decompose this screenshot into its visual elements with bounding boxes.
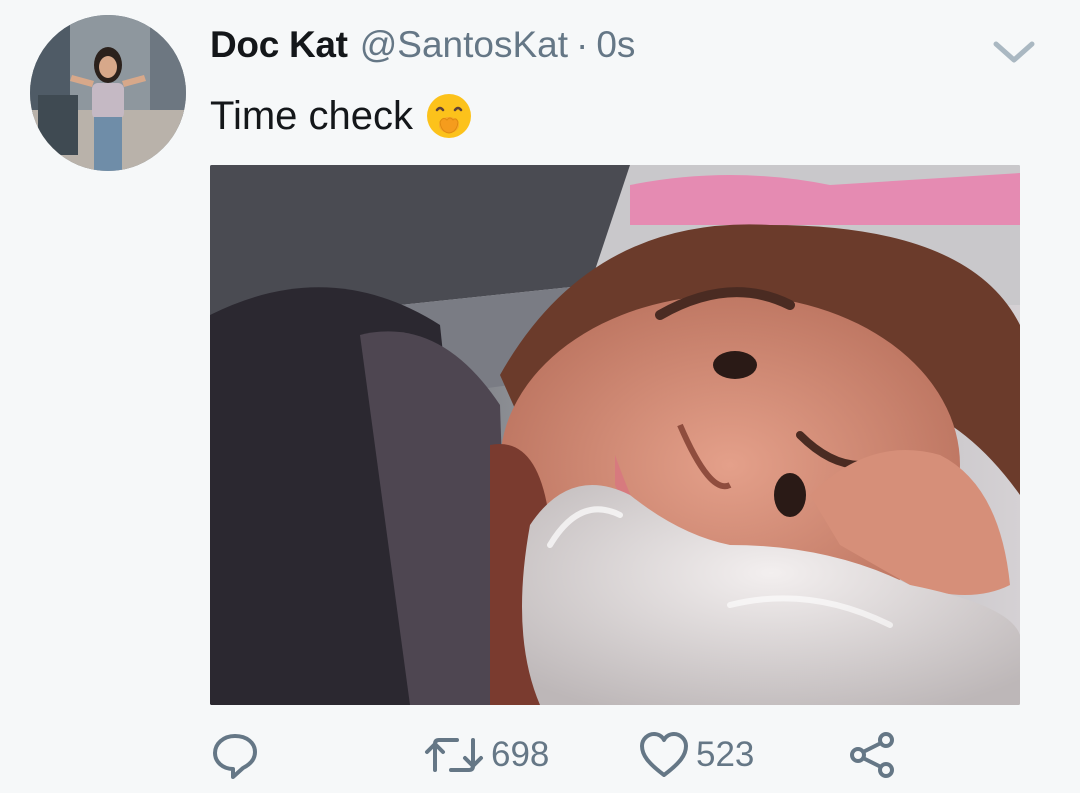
- tweet-text-content: Time check: [210, 93, 414, 138]
- avatar[interactable]: [30, 15, 186, 171]
- separator: ·: [576, 24, 589, 65]
- user-handle[interactable]: @SantosKat: [360, 24, 568, 66]
- chevron-down-icon[interactable]: [990, 34, 1038, 70]
- face-with-hand-over-mouth-icon: [425, 92, 473, 140]
- reply-button[interactable]: [210, 725, 260, 785]
- tweet-photo: [210, 165, 1020, 705]
- tweet-actions: 698 523: [210, 725, 930, 785]
- avatar-image: [30, 15, 186, 171]
- tweet: Doc Kat @SantosKat · 0s Time check 698 5…: [0, 0, 1080, 793]
- tweet-text: Time check: [210, 92, 473, 140]
- reply-icon: [210, 730, 260, 780]
- retweet-count: 698: [491, 735, 550, 774]
- tweet-media[interactable]: [210, 165, 1020, 705]
- share-button[interactable]: [848, 725, 896, 785]
- tweet-header: Doc Kat @SantosKat · 0s: [210, 24, 635, 68]
- like-button[interactable]: 523: [638, 725, 754, 785]
- display-name[interactable]: Doc Kat: [210, 24, 348, 66]
- retweet-button[interactable]: 698: [423, 725, 549, 785]
- retweet-icon: [423, 730, 485, 780]
- like-count: 523: [696, 735, 755, 774]
- heart-icon: [638, 730, 690, 780]
- share-icon: [848, 730, 896, 780]
- timestamp[interactable]: 0s: [596, 24, 635, 66]
